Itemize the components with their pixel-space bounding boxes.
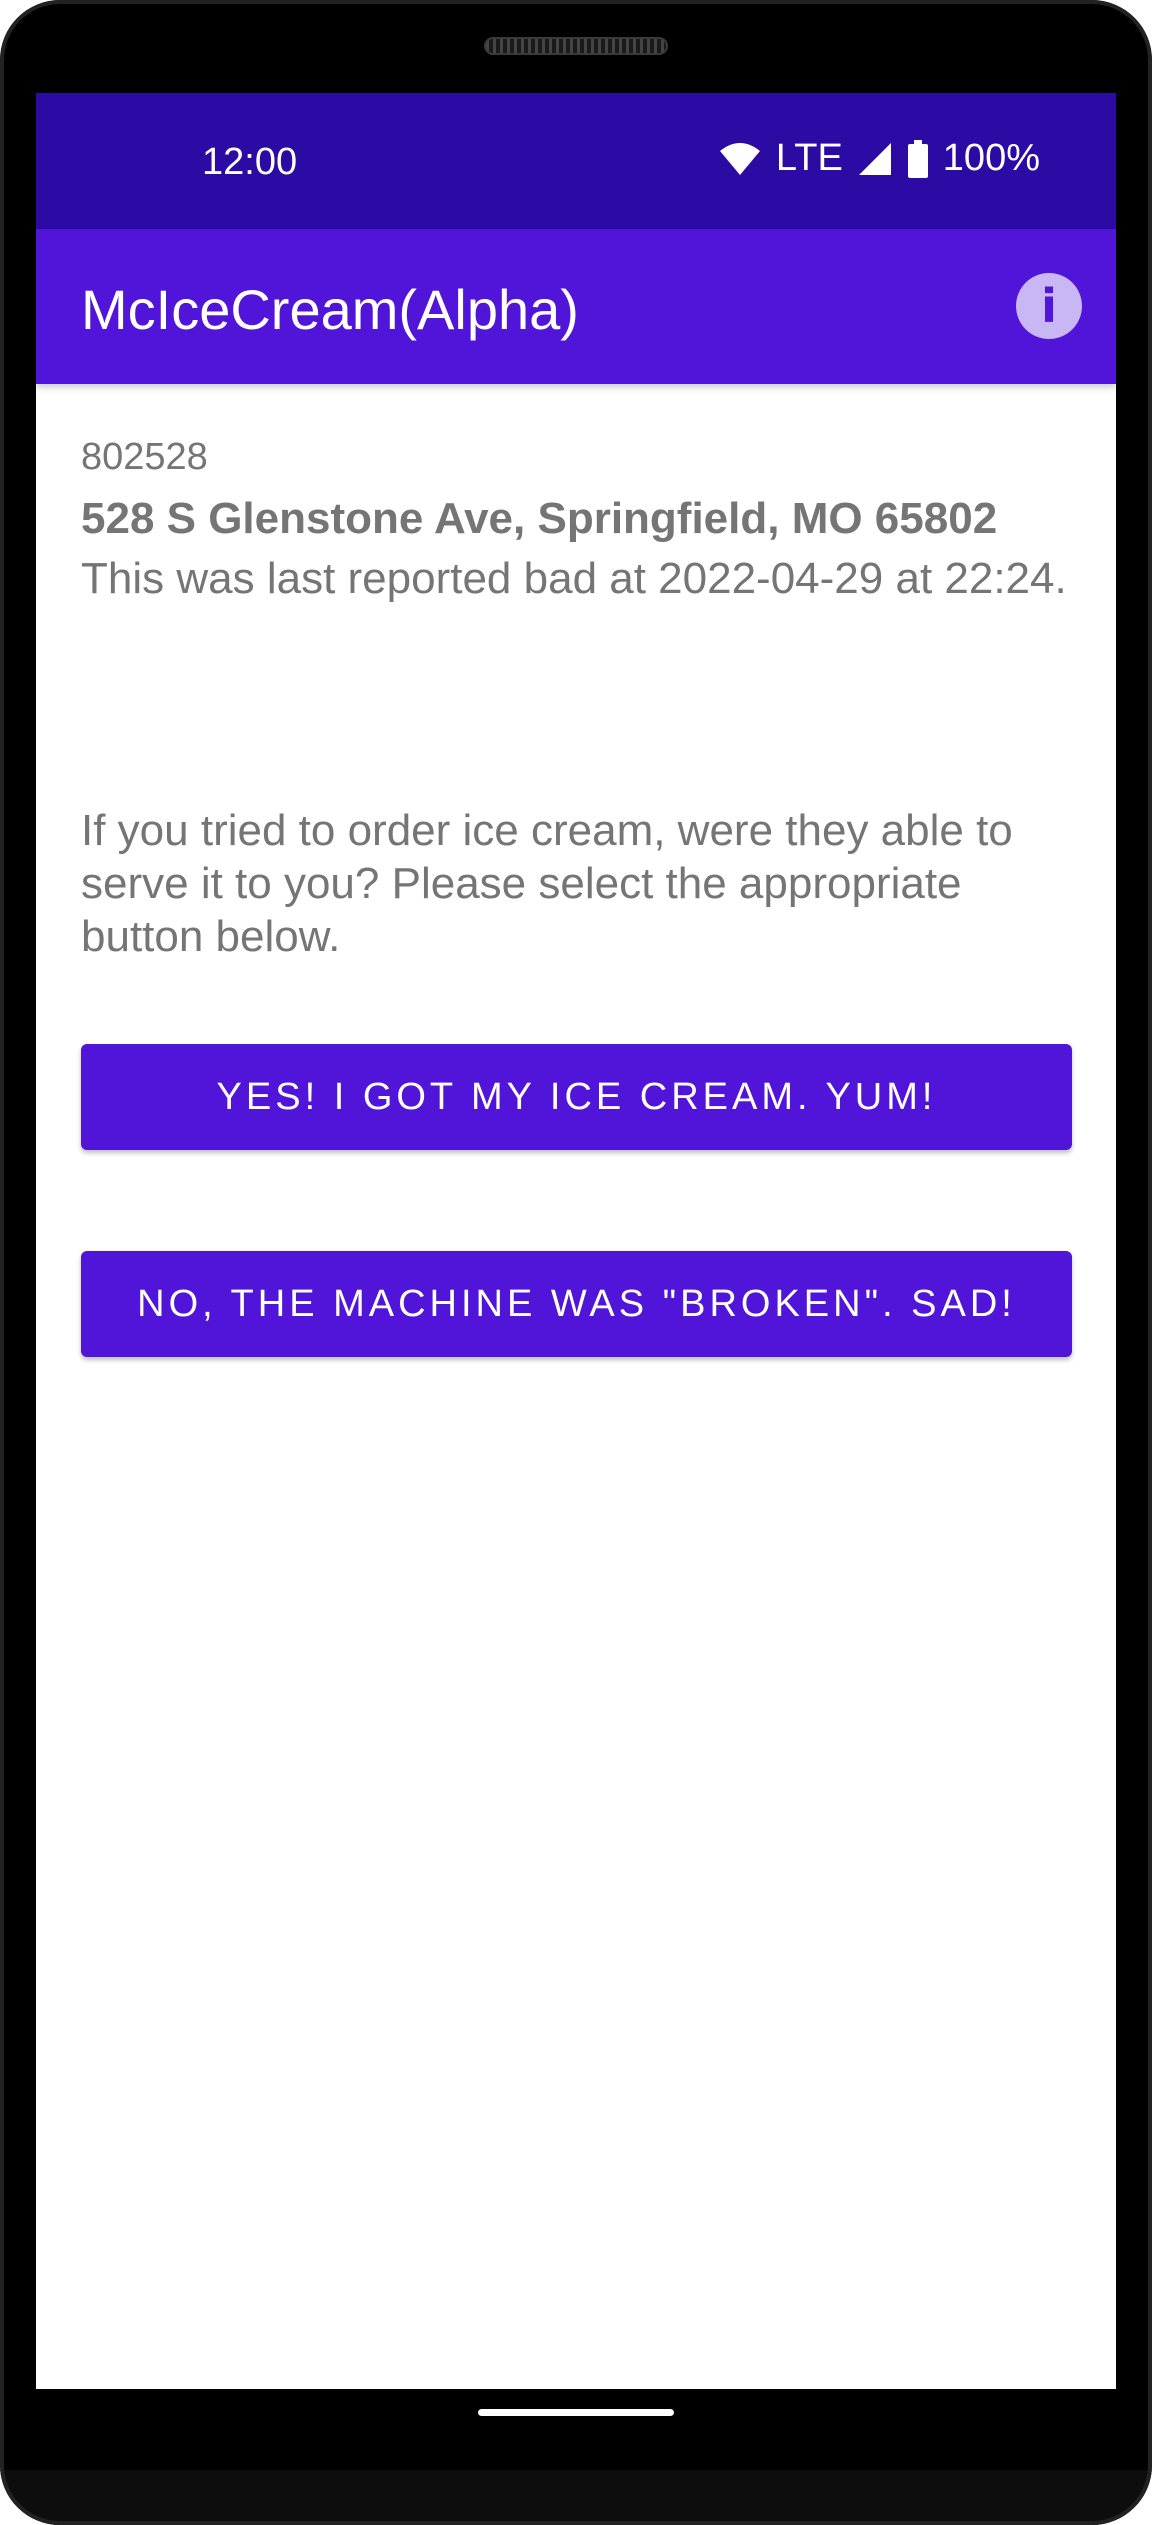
app-title: McIceCream(Alpha)	[81, 278, 579, 341]
question-text: If you tried to order ice cream, were th…	[81, 806, 1013, 961]
battery-icon	[907, 139, 929, 178]
last-reported-text: This was last reported bad at 2022-04-29…	[81, 554, 1067, 603]
network-type-label: LTE	[775, 137, 843, 179]
earpiece-speaker	[484, 37, 668, 55]
status-time: 12:00	[202, 141, 298, 183]
status-indicators: LTE 100%	[718, 137, 1040, 180]
phone-device-frame: 12:00 LTE 100% McIceCream(Alpha) i 80252…	[0, 0, 1152, 2525]
no-machine-broken-button[interactable]: NO, THE MACHINE WAS "BROKEN". SAD!	[81, 1251, 1072, 1357]
info-icon-glyph: i	[1041, 279, 1057, 333]
gesture-nav-handle[interactable]	[478, 2409, 674, 2416]
phone-screen: 12:00 LTE 100% McIceCream(Alpha) i 80252…	[36, 93, 1116, 2389]
wifi-icon	[718, 141, 762, 177]
store-id: 802528	[81, 436, 208, 478]
battery-percentage: 100%	[942, 137, 1040, 179]
yes-got-ice-cream-button[interactable]: YES! I GOT MY ICE CREAM. YUM!	[81, 1044, 1072, 1150]
app-bar: McIceCream(Alpha) i	[36, 229, 1116, 384]
bottom-bezel	[0, 2470, 1152, 2525]
signal-icon	[857, 141, 893, 177]
status-bar: 12:00 LTE 100%	[36, 93, 1116, 229]
info-icon[interactable]: i	[1016, 273, 1082, 339]
store-address: 528 S Glenstone Ave, Springfield, MO 658…	[81, 494, 998, 543]
